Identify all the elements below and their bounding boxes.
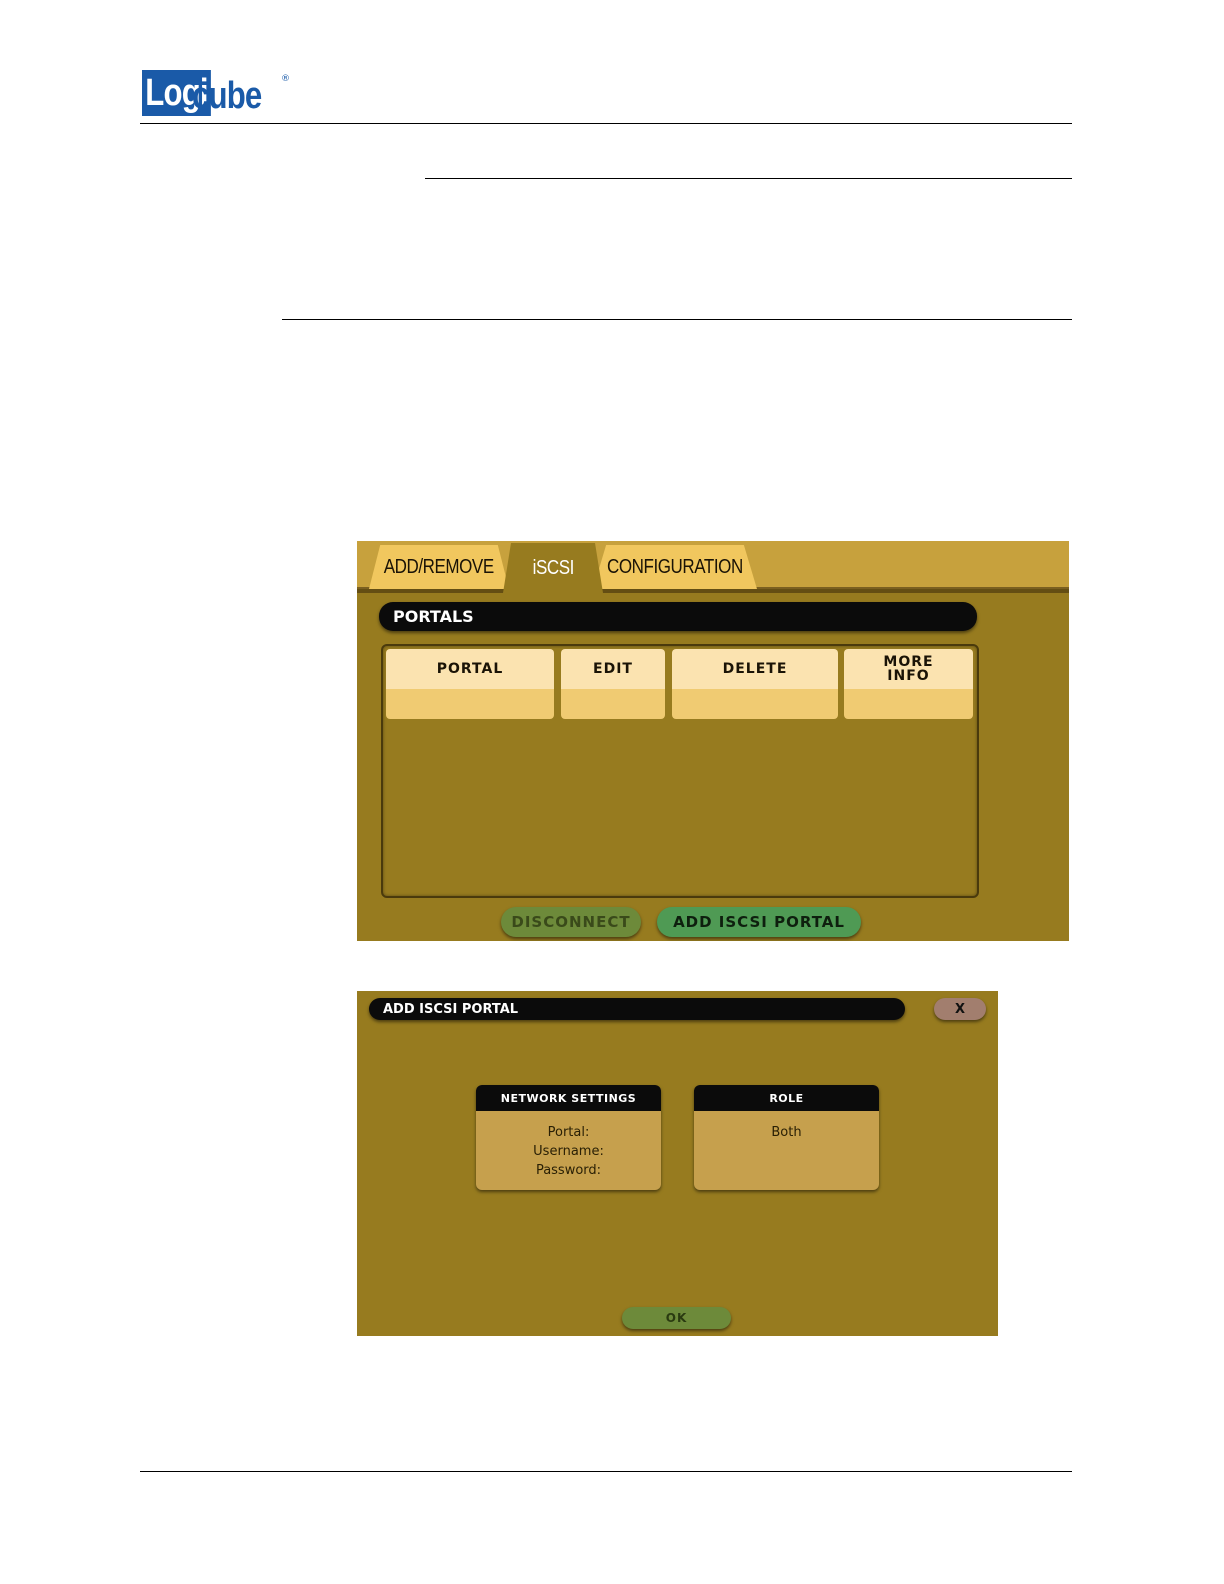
column-edit-label: EDIT <box>561 649 665 689</box>
add-portal-dialog: ADD ISCSI PORTAL X NETWORK SETTINGS Port… <box>357 991 998 1336</box>
username-field-label: Username: <box>533 1144 604 1159</box>
tab-configuration[interactable]: CONFIGURATION <box>593 545 757 589</box>
portals-table: PORTAL EDIT DELETE MORE INFO <box>381 644 979 898</box>
close-button[interactable]: X <box>934 998 986 1020</box>
add-iscsi-portal-button[interactable]: ADD ISCSI PORTAL <box>657 907 861 937</box>
logo-text: cube <box>192 75 262 117</box>
column-delete-cell <box>672 689 838 719</box>
role-title: ROLE <box>694 1085 879 1111</box>
ok-button[interactable]: OK <box>622 1307 731 1329</box>
logo-registered: ® <box>281 74 290 84</box>
iscsi-screen: ADD/REMOVE CONFIGURATION iSCSI PORTALS P… <box>357 541 1069 941</box>
column-portal-cell <box>386 689 554 719</box>
dialog-title: ADD ISCSI PORTAL <box>369 998 905 1020</box>
column-more-info[interactable]: MORE INFO <box>844 649 973 719</box>
password-field-label: Password: <box>535 1163 602 1178</box>
tab-iscsi-label: iSCSI <box>532 556 574 579</box>
header-rule <box>140 123 1072 124</box>
column-portal-label: PORTAL <box>386 649 554 689</box>
tab-add-remove-label: ADD/REMOVE <box>383 555 495 578</box>
section-rule-2 <box>282 319 1072 320</box>
column-delete[interactable]: DELETE <box>672 649 838 719</box>
disconnect-button[interactable]: DISCONNECT <box>501 907 641 937</box>
role-value: Both <box>771 1125 802 1140</box>
role-card[interactable]: ROLE Both <box>694 1085 879 1190</box>
portals-header: PORTALS <box>379 602 977 631</box>
portal-field-label: Portal: <box>547 1125 590 1140</box>
logicube-logo: Logi cube ® <box>142 70 290 117</box>
tab-add-remove[interactable]: ADD/REMOVE <box>369 545 509 589</box>
footer-rule <box>140 1471 1072 1472</box>
column-more-info-label: MORE INFO <box>844 649 973 689</box>
tab-configuration-label: CONFIGURATION <box>607 555 743 578</box>
section-rule-1 <box>425 178 1072 179</box>
network-settings-card[interactable]: NETWORK SETTINGS Portal: Username: Passw… <box>476 1085 661 1190</box>
column-edit-cell <box>561 689 665 719</box>
tab-iscsi[interactable]: iSCSI <box>503 543 603 593</box>
column-more-info-cell <box>844 689 973 719</box>
column-edit[interactable]: EDIT <box>561 649 665 719</box>
column-portal[interactable]: PORTAL <box>386 649 554 719</box>
network-settings-title: NETWORK SETTINGS <box>476 1085 661 1111</box>
column-delete-label: DELETE <box>672 649 838 689</box>
